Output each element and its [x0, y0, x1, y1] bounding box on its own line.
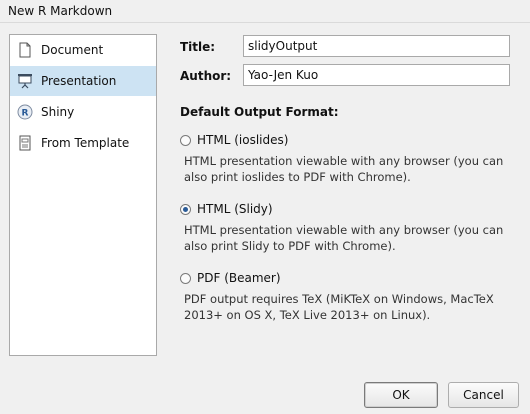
author-field[interactable]: [243, 64, 510, 86]
window-titlebar: New R Markdown: [0, 0, 530, 23]
radio-label: PDF (Beamer): [197, 271, 281, 285]
radio-html-ioslides[interactable]: HTML (ioslides): [180, 133, 288, 147]
presentation-icon: [17, 73, 33, 89]
svg-text:R: R: [22, 109, 29, 119]
sidebar-item-document[interactable]: Document: [10, 35, 156, 65]
sidebar-item-shiny[interactable]: R Shiny: [10, 97, 156, 127]
template-icon: [17, 135, 33, 151]
document-icon: [17, 42, 33, 58]
slidy-description: HTML presentation viewable with any brow…: [184, 223, 504, 253]
title-field[interactable]: [243, 35, 510, 57]
title-label: Title:: [180, 40, 216, 54]
ioslides-description: HTML presentation viewable with any brow…: [184, 154, 504, 184]
radio-pdf-beamer[interactable]: PDF (Beamer): [180, 271, 281, 285]
radio-label: HTML (ioslides): [197, 133, 289, 147]
sidebar-item-presentation[interactable]: Presentation: [10, 66, 156, 96]
sidebar-item-label: Presentation: [41, 74, 117, 88]
radio-label: HTML (Slidy): [197, 202, 273, 216]
radio-html-slidy[interactable]: HTML (Slidy): [180, 202, 273, 216]
radio-button[interactable]: [180, 203, 191, 215]
radio-button[interactable]: [180, 272, 191, 284]
ok-button[interactable]: OK: [364, 382, 438, 408]
cancel-button[interactable]: Cancel: [448, 382, 519, 408]
radio-button[interactable]: [180, 134, 191, 146]
output-format-heading: Default Output Format:: [180, 105, 339, 119]
template-type-list[interactable]: Document Presentation R Shiny From Templ…: [9, 34, 157, 356]
beamer-description: PDF output requires TeX (MiKTeX on Windo…: [184, 292, 494, 322]
sidebar-item-from-template[interactable]: From Template: [10, 128, 156, 158]
window-title: New R Markdown: [8, 4, 113, 18]
sidebar-item-label: Document: [41, 43, 104, 57]
sidebar-item-label: From Template: [41, 136, 130, 150]
shiny-r-icon: R: [17, 104, 33, 120]
sidebar-item-label: Shiny: [41, 105, 75, 119]
author-label: Author:: [180, 69, 232, 83]
